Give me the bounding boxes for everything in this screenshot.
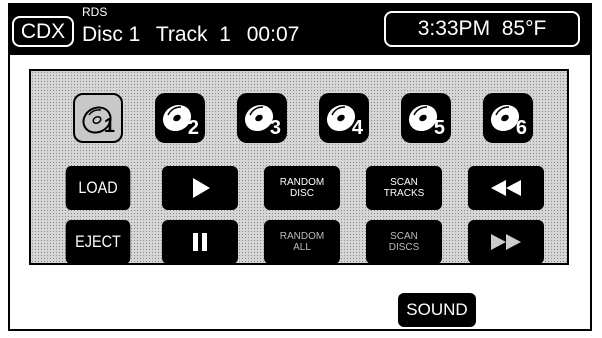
random-all-button[interactable]: RANDOM ALL bbox=[264, 220, 340, 264]
random-all-label-1: RANDOM bbox=[279, 231, 325, 242]
disc-button-4[interactable]: 4 bbox=[319, 93, 369, 143]
disc-button-6[interactable]: 6 bbox=[483, 93, 533, 143]
rds-label: RDS bbox=[82, 5, 108, 19]
disc-number-label: 3 bbox=[269, 117, 281, 139]
source-indicator[interactable]: CDX bbox=[12, 16, 74, 47]
clock-temperature: 3:33PM 85°F bbox=[384, 11, 580, 47]
rewind-button[interactable] bbox=[468, 166, 544, 210]
scan-tracks-button[interactable]: SCAN TRACKS bbox=[366, 166, 442, 210]
play-icon bbox=[193, 178, 210, 198]
screen-frame: CDX RDS Disc 1 Track 1 00:07 3:33PM 85°F… bbox=[8, 3, 592, 331]
disc-number-label: 4 bbox=[351, 117, 363, 139]
track-number: Track 1 bbox=[155, 23, 231, 46]
scan-discs-label-2: DISCS bbox=[388, 242, 420, 253]
load-button[interactable]: LOAD bbox=[65, 166, 131, 210]
cd-control-panel: 1 2 3 4 5 6 LOAD RANDOM DISC SCAN TRACKS… bbox=[29, 69, 569, 265]
track-info: Disc 1 Track 1 00:07 bbox=[82, 23, 309, 47]
eject-button[interactable]: EJECT bbox=[65, 220, 131, 264]
sound-button[interactable]: SOUND bbox=[398, 293, 476, 327]
random-disc-label-2: DISC bbox=[290, 188, 314, 199]
disc-number-label: 5 bbox=[433, 117, 445, 139]
disc-number-label: 2 bbox=[187, 117, 199, 139]
random-disc-label-1: RANDOM bbox=[279, 177, 325, 188]
pause-icon bbox=[193, 233, 207, 251]
disc-icon bbox=[82, 106, 112, 134]
disc-number: Disc 1 bbox=[82, 23, 141, 46]
rewind-icon bbox=[491, 180, 521, 196]
random-all-label-2: ALL bbox=[293, 242, 311, 253]
disc-number-label: 1 bbox=[103, 115, 115, 137]
scan-discs-button[interactable]: SCAN DISCS bbox=[366, 220, 442, 264]
pause-button[interactable] bbox=[162, 220, 238, 264]
disc-button-5[interactable]: 5 bbox=[401, 93, 451, 143]
fast-forward-icon bbox=[491, 234, 521, 250]
scan-tracks-label-1: SCAN bbox=[390, 177, 418, 188]
play-button[interactable] bbox=[162, 166, 238, 210]
disc-button-3[interactable]: 3 bbox=[237, 93, 287, 143]
disc-button-2[interactable]: 2 bbox=[155, 93, 205, 143]
disc-button-1[interactable]: 1 bbox=[73, 93, 123, 143]
status-bar: CDX RDS Disc 1 Track 1 00:07 3:33PM 85°F bbox=[10, 5, 590, 55]
disc-number-label: 6 bbox=[515, 117, 527, 139]
scan-tracks-label-2: TRACKS bbox=[383, 188, 425, 199]
random-disc-button[interactable]: RANDOM DISC bbox=[264, 166, 340, 210]
fast-forward-button[interactable] bbox=[468, 220, 544, 264]
scan-discs-label-1: SCAN bbox=[390, 231, 418, 242]
elapsed-time: 00:07 bbox=[246, 23, 300, 46]
